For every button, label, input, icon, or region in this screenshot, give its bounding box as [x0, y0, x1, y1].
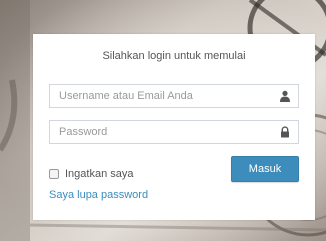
login-box-message: Silahkan login untuk memulai	[102, 50, 246, 62]
remember-label: Ingatkan saya	[65, 168, 134, 180]
username-input[interactable]	[50, 85, 279, 107]
lock-icon	[281, 126, 289, 138]
login-box: Silahkan login untuk memulai Ingatkan sa…	[33, 34, 315, 220]
remember-checkbox[interactable]	[49, 169, 59, 179]
forgot-password-link[interactable]: Saya lupa password	[49, 189, 148, 201]
user-icon	[280, 90, 290, 102]
username-field[interactable]	[49, 84, 299, 108]
login-button[interactable]: Masuk	[231, 156, 299, 182]
password-input[interactable]	[50, 121, 279, 143]
remember-me[interactable]: Ingatkan saya	[49, 167, 134, 181]
password-field[interactable]	[49, 120, 299, 144]
